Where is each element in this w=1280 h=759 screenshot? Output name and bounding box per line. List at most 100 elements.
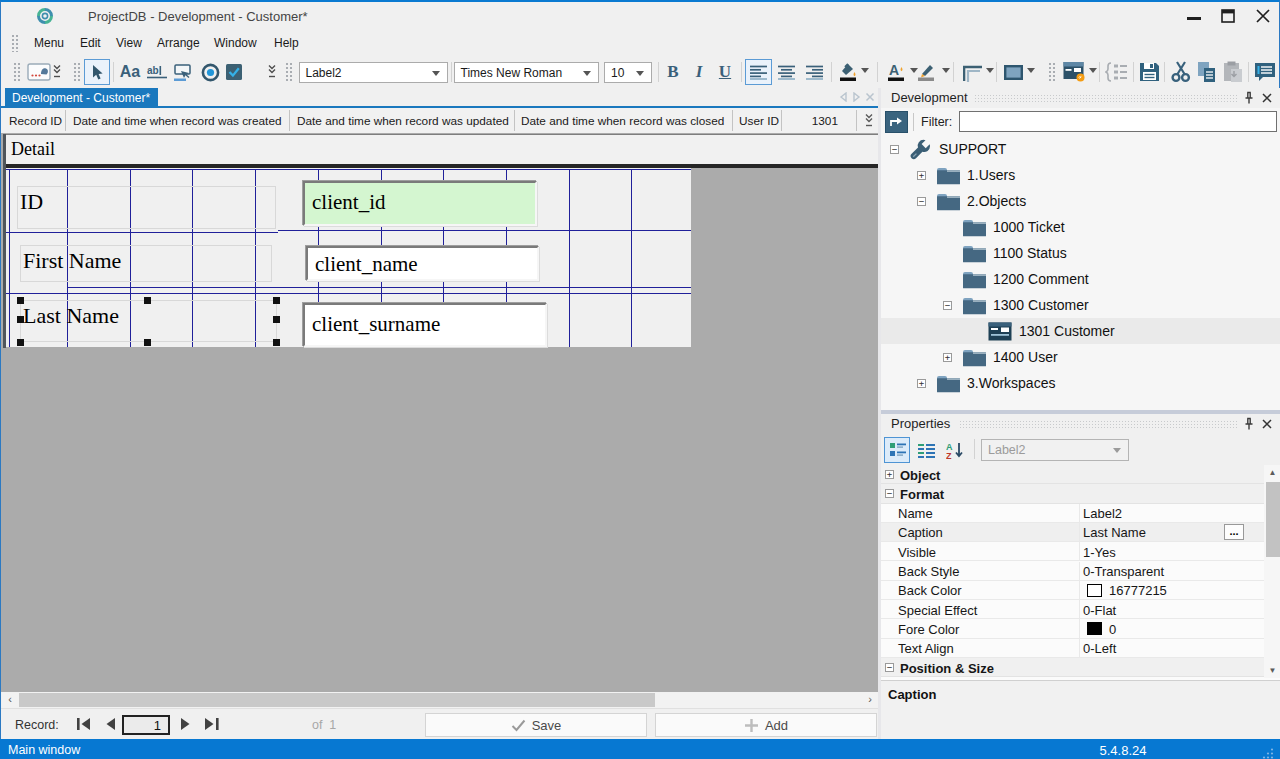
next-record-button[interactable] bbox=[179, 716, 193, 732]
maximize-button[interactable] bbox=[1208, 2, 1248, 30]
category-expander-icon[interactable]: − bbox=[885, 663, 894, 672]
selection-handle[interactable] bbox=[273, 339, 280, 346]
tree-expander-icon[interactable]: + bbox=[917, 379, 926, 388]
chevron-down-icon[interactable] bbox=[942, 68, 950, 73]
property-value[interactable]: 1-Yes bbox=[1083, 545, 1116, 560]
form-canvas[interactable]: ID First Name Last Name client_id client… bbox=[6, 168, 691, 348]
properties-panel-header[interactable]: Properties bbox=[881, 414, 1280, 435]
tree-item-1000-ticket[interactable]: 1000 Ticket bbox=[881, 214, 1280, 240]
select-tool-button[interactable] bbox=[84, 59, 110, 85]
property-value[interactable]: 0-Left bbox=[1083, 641, 1116, 656]
toolbar-grip[interactable] bbox=[13, 62, 20, 82]
field-client-name[interactable]: client_name bbox=[306, 246, 539, 281]
selection-handle[interactable] bbox=[273, 297, 280, 304]
category-expander-icon[interactable]: + bbox=[885, 470, 894, 479]
chevron-down-icon[interactable] bbox=[986, 68, 994, 73]
category-object[interactable]: +Object bbox=[881, 465, 1264, 484]
comment-icon[interactable] bbox=[1254, 61, 1276, 83]
chevron-down-icon[interactable] bbox=[861, 68, 869, 73]
sort-az-button[interactable]: A Z bbox=[942, 437, 968, 463]
menu-item-edit[interactable]: Edit bbox=[80, 36, 101, 50]
toolbar-grip[interactable] bbox=[285, 62, 292, 82]
property-row-name[interactable]: NameLabel2 bbox=[881, 504, 1264, 523]
previous-record-button[interactable] bbox=[103, 716, 117, 732]
checkbox-tool-button[interactable] bbox=[220, 59, 248, 85]
tree-expander-icon[interactable]: + bbox=[943, 353, 952, 362]
selection-handle[interactable] bbox=[17, 297, 24, 304]
selection-handle[interactable] bbox=[17, 316, 24, 323]
close-panel-icon[interactable] bbox=[1260, 417, 1274, 431]
tree-item-1100-status[interactable]: 1100 Status bbox=[881, 240, 1280, 266]
label-id[interactable] bbox=[17, 186, 276, 229]
property-row-visible[interactable]: Visible1-Yes bbox=[881, 542, 1264, 561]
tab-scroll-right-icon[interactable] bbox=[852, 92, 861, 102]
header-cell-user-id-value[interactable]: 1301 bbox=[781, 114, 838, 128]
line-color-button[interactable] bbox=[913, 59, 939, 85]
header-cell-user-id[interactable]: User ID bbox=[739, 114, 779, 128]
chevron-down-icon[interactable] bbox=[1089, 68, 1097, 73]
header-cell-record-id[interactable]: Record ID bbox=[9, 114, 62, 128]
pin-icon[interactable] bbox=[1242, 417, 1256, 431]
bold-button[interactable]: B bbox=[661, 59, 685, 85]
header-cell-updated[interactable]: Date and time when record was updated bbox=[297, 114, 509, 128]
scrollbar-thumb[interactable] bbox=[19, 693, 655, 707]
category-expander-icon[interactable]: − bbox=[885, 489, 894, 498]
tree-item-1400-user[interactable]: + 1400 User bbox=[881, 344, 1280, 370]
resize-grip-icon[interactable] bbox=[1262, 748, 1274, 759]
ellipsis-button[interactable]: ... bbox=[1224, 524, 1244, 540]
tree-item-objects[interactable]: − 2.Objects bbox=[881, 188, 1280, 214]
textbox-tool-button[interactable]: ab bbox=[143, 59, 171, 85]
menu-grip[interactable] bbox=[11, 34, 18, 52]
goto-object-button[interactable] bbox=[885, 111, 908, 133]
property-value[interactable]: Last Name bbox=[1083, 525, 1146, 540]
property-row-text-align[interactable]: Text Align0-Left bbox=[881, 639, 1264, 658]
scroll-up-icon[interactable]: ▲ bbox=[1264, 468, 1280, 477]
tree-expander-icon[interactable]: − bbox=[890, 145, 899, 154]
pin-icon[interactable] bbox=[1242, 91, 1256, 105]
save-button[interactable]: Save bbox=[425, 713, 647, 737]
category-format[interactable]: −Format bbox=[881, 484, 1264, 503]
property-value[interactable]: 0 bbox=[1109, 622, 1116, 637]
selection-handle[interactable] bbox=[144, 297, 151, 304]
close-panel-icon[interactable] bbox=[1260, 91, 1274, 105]
property-row-back-color[interactable]: Back Color 16777215 bbox=[881, 581, 1264, 600]
tree-expander-icon[interactable]: + bbox=[917, 171, 926, 180]
field-client-surname[interactable]: client_surname bbox=[303, 303, 547, 347]
save-icon[interactable] bbox=[1139, 61, 1160, 83]
last-record-button[interactable] bbox=[203, 716, 220, 732]
property-value[interactable]: Label2 bbox=[1083, 506, 1122, 521]
tree-expander-icon[interactable]: − bbox=[917, 197, 926, 206]
alphabetical-view-button[interactable] bbox=[913, 437, 939, 463]
header-overflow-icon[interactable] bbox=[864, 113, 874, 129]
category-position-size[interactable]: −Position & Size bbox=[881, 658, 1264, 677]
detail-band-header[interactable]: Detail bbox=[3, 135, 878, 165]
border-icon[interactable] bbox=[963, 63, 983, 83]
property-row-back-style[interactable]: Back Style0-Transparent bbox=[881, 562, 1264, 581]
align-center-button[interactable] bbox=[773, 59, 800, 85]
tree-item-support[interactable]: − SUPPORT bbox=[881, 136, 1280, 162]
scroll-left-icon[interactable]: ‹ bbox=[2, 692, 18, 708]
menu-item-menu[interactable]: Menu bbox=[34, 36, 64, 50]
scroll-down-icon[interactable]: ▼ bbox=[1264, 666, 1280, 675]
tree-expander-icon[interactable]: − bbox=[943, 301, 952, 310]
close-window-button[interactable] bbox=[1243, 2, 1280, 30]
vertical-scrollbar[interactable]: ▲ ▼ bbox=[1264, 465, 1280, 678]
align-left-button[interactable] bbox=[745, 59, 772, 85]
development-panel-header[interactable]: Development bbox=[881, 88, 1280, 108]
rectangle-icon[interactable] bbox=[1004, 65, 1023, 80]
property-value[interactable]: 0-Flat bbox=[1083, 603, 1116, 618]
font-size-combobox[interactable]: 10 bbox=[604, 62, 652, 83]
underline-button[interactable]: U bbox=[713, 59, 737, 85]
insert-image-button[interactable] bbox=[25, 59, 53, 85]
object-selector-combobox[interactable]: Label2 bbox=[981, 439, 1129, 461]
cut-icon[interactable] bbox=[1170, 61, 1192, 83]
tree-item-1200-comment[interactable]: 1200 Comment bbox=[881, 266, 1280, 292]
style-combobox[interactable]: Label2 bbox=[299, 62, 448, 83]
menu-item-arrange[interactable]: Arrange bbox=[157, 36, 200, 50]
selection-handle[interactable] bbox=[273, 316, 280, 323]
menu-item-window[interactable]: Window bbox=[214, 36, 257, 50]
tree-item-1300-customer[interactable]: − 1300 Customer bbox=[881, 292, 1280, 318]
header-cell-created[interactable]: Date and time when record was created bbox=[73, 114, 282, 128]
toolbar-grip[interactable] bbox=[1048, 62, 1055, 82]
property-row-fore-color[interactable]: Fore Color 0 bbox=[881, 619, 1264, 638]
